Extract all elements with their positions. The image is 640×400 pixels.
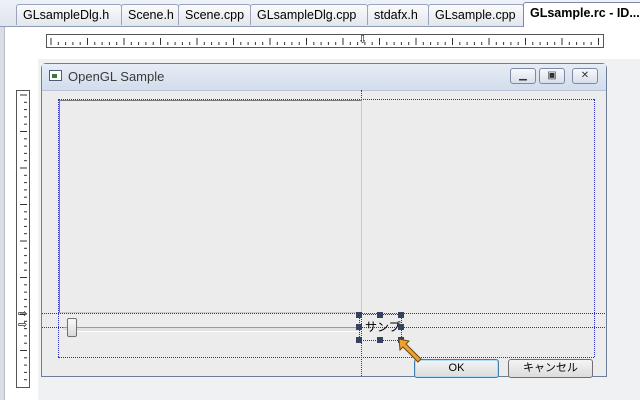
tab-stdafx-h[interactable]: stdafx.h xyxy=(367,4,429,25)
close-icon[interactable]: ✕ xyxy=(572,68,598,84)
alignment-guide-horizontal xyxy=(42,313,605,314)
tab-scene-h[interactable]: Scene.h xyxy=(121,4,179,25)
dialog-title: OpenGL Sample xyxy=(68,69,165,84)
editor-gutter xyxy=(0,27,5,400)
ok-button-label: OK xyxy=(448,362,465,374)
margin-guide-right xyxy=(594,99,595,357)
slider-thumb[interactable] xyxy=(67,318,77,337)
slider-track[interactable] xyxy=(63,327,359,332)
document-tab-strip: GLsampleDlg.h Scene.h Scene.cpp GLsample… xyxy=(0,0,640,27)
horizontal-ruler[interactable]: ⇩ xyxy=(46,34,604,48)
resize-handle[interactable] xyxy=(398,324,404,330)
tab-label: Scene.cpp xyxy=(185,8,245,22)
hollow-arrow-icon[interactable]: ⇨ xyxy=(18,320,27,331)
cancel-button[interactable]: キャンセル xyxy=(508,359,593,378)
tab-label: GLsample.cpp xyxy=(435,8,516,22)
ruler-ticks xyxy=(20,94,27,381)
resize-handle[interactable] xyxy=(377,337,383,343)
ruler-ticks xyxy=(50,38,599,45)
tab-glsampledlg-h[interactable]: GLsampleDlg.h xyxy=(16,4,122,25)
margin-guide-bottom xyxy=(58,357,594,358)
tab-glsampledlg-cpp[interactable]: GLsampleDlg.cpp xyxy=(250,4,368,25)
ok-button[interactable]: OK xyxy=(414,359,499,378)
dialog-window[interactable]: OpenGL Sample ▁ ▣ ✕ サンプ OK キャンセル xyxy=(41,63,607,378)
tab-label: GLsampleDlg.cpp xyxy=(257,8,357,22)
resource-editor: ⇩ ⇨ ⇨ OpenGL Sample ▁ ▣ ✕ サンプ OK キャンセル xyxy=(0,27,640,400)
restore-icon[interactable]: ▣ xyxy=(539,68,565,84)
resize-handle[interactable] xyxy=(377,312,383,318)
cancel-button-label: キャンセル xyxy=(523,362,578,374)
tab-scene-cpp[interactable]: Scene.cpp xyxy=(178,4,251,25)
minimize-icon[interactable]: ▁ xyxy=(510,68,536,84)
resize-handle[interactable] xyxy=(356,337,362,343)
tab-label: GLsampleDlg.h xyxy=(23,8,110,22)
resize-handle[interactable] xyxy=(356,324,362,330)
hollow-arrow-icon[interactable]: ⇩ xyxy=(358,35,367,46)
dialog-client-area: サンプ OK キャンセル xyxy=(42,90,605,378)
dialog-titlebar[interactable]: OpenGL Sample ▁ ▣ ✕ xyxy=(42,64,606,91)
tab-glsample-cpp[interactable]: GLsample.cpp xyxy=(428,4,524,25)
vertical-ruler[interactable]: ⇨ ⇨ xyxy=(16,90,30,388)
resize-handle[interactable] xyxy=(398,312,404,318)
tab-label: stdafx.h xyxy=(374,8,418,22)
app-icon xyxy=(49,70,62,81)
tab-label: GLsample.rc - ID... xyxy=(530,6,640,20)
tab-glsample-rc[interactable]: GLsample.rc - ID... xyxy=(523,2,640,27)
opengl-view-frame[interactable] xyxy=(59,100,362,313)
resize-cursor-icon xyxy=(398,338,422,363)
static-text-label[interactable]: サンプ xyxy=(365,318,401,335)
resize-handle[interactable] xyxy=(356,312,362,318)
tab-label: Scene.h xyxy=(128,8,174,22)
